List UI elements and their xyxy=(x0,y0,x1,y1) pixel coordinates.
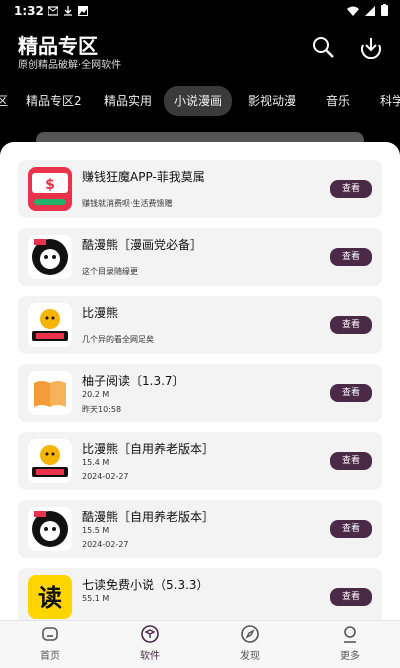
book-icon xyxy=(28,371,72,415)
item-size: 55.1 M xyxy=(82,594,110,603)
view-button[interactable]: 查看 xyxy=(330,520,372,538)
nav-discover-label: 发现 xyxy=(240,651,260,662)
view-button[interactable]: 查看 xyxy=(330,384,372,402)
view-button[interactable]: 查看 xyxy=(330,248,372,266)
cube-icon xyxy=(141,625,159,643)
tab-premium-2[interactable]: 精品专区2 xyxy=(26,86,82,116)
item-size: 20.2 M xyxy=(82,390,110,399)
list-item[interactable]: 比漫熊［自用养老版本］ 15.4 M 2024-02-27 查看 xyxy=(18,432,382,490)
nav-more[interactable]: 更多 xyxy=(320,625,380,662)
view-button[interactable]: 查看 xyxy=(330,588,372,606)
item-title: 酷漫熊［自用养老版本］ xyxy=(82,510,215,524)
item-title: 比漫熊［自用养老版本］ xyxy=(82,442,215,456)
email-icon xyxy=(47,5,59,16)
nav-software[interactable]: 软件 xyxy=(120,625,180,662)
list-item[interactable]: 酷漫熊［漫画党必备］ 这个目录随缘更 查看 xyxy=(18,228,382,286)
signal-icon xyxy=(365,5,375,19)
list-item[interactable]: 读 七读免费小说（5.3.3） 55.1 M 查看 xyxy=(18,568,382,620)
download-icon xyxy=(63,5,72,16)
item-size: 15.4 M xyxy=(82,458,110,467)
view-button[interactable]: 查看 xyxy=(330,452,372,470)
bottom-navigation: 首页 软件 发现 更多 xyxy=(0,620,400,668)
list-item[interactable]: 柚子阅读〔1.3.7〕 20.2 M 昨天10:58 查看 xyxy=(18,364,382,422)
wifi-icon xyxy=(347,5,359,19)
item-description: 这个目录随缘更 xyxy=(82,267,138,276)
item-description: 赚钱就消费呗·生活费馈赠 xyxy=(82,199,173,208)
battery-icon xyxy=(381,4,388,19)
tab-science[interactable]: 科学 xyxy=(380,86,400,116)
download-circle-icon xyxy=(359,35,383,63)
tab-partial[interactable]: 区 xyxy=(0,86,8,116)
search-button[interactable] xyxy=(310,36,336,62)
category-tabs: 区 精品专区2 精品实用 小说漫画 影视动漫 音乐 科学 xyxy=(0,86,400,116)
page-title: 精品专区 xyxy=(18,34,98,58)
status-icons xyxy=(47,5,88,16)
svg-text:读: 读 xyxy=(38,584,62,612)
view-button[interactable]: 查看 xyxy=(330,180,372,198)
item-title: 酷漫熊［漫画党必备］ xyxy=(82,238,203,252)
tab-practical[interactable]: 精品实用 xyxy=(104,86,152,116)
nav-software-label: 软件 xyxy=(140,651,160,662)
bear-comic-icon xyxy=(28,507,72,551)
nav-home-label: 首页 xyxy=(40,651,60,662)
tab-novel-comic[interactable]: 小说漫画 xyxy=(164,86,233,116)
page-subtitle: 原创精品破解·全网软件 xyxy=(18,60,122,71)
item-date: 2024-02-27 xyxy=(82,540,129,549)
svg-text:$: $ xyxy=(45,177,55,193)
list-item[interactable]: $ 赚钱狂魔APP-菲我莫属 赚钱就消费呗·生活费馈赠 查看 xyxy=(18,160,382,218)
status-time: 1:32 xyxy=(14,4,44,18)
item-title: 比漫熊 xyxy=(82,306,119,320)
item-title: 七读免费小说（5.3.3） xyxy=(82,578,209,592)
download-button[interactable] xyxy=(358,36,384,62)
item-description: 几个异的看全网足矣 xyxy=(82,335,154,344)
item-size: 15.5 M xyxy=(82,526,110,535)
bear-comic-icon xyxy=(28,235,72,279)
list-item[interactable]: 酷漫熊［自用养老版本］ 15.5 M 2024-02-27 查看 xyxy=(18,500,382,558)
nav-home[interactable]: 首页 xyxy=(20,625,80,662)
money-app-icon: $ xyxy=(28,167,72,211)
photo-icon xyxy=(78,5,88,16)
home-icon xyxy=(41,625,59,643)
app-list-panel: $ 赚钱狂魔APP-菲我莫属 赚钱就消费呗·生活费馈赠 查看 酷漫熊［漫画党必备… xyxy=(0,142,400,620)
view-button[interactable]: 查看 xyxy=(330,316,372,334)
item-title: 赚钱狂魔APP-菲我莫属 xyxy=(82,170,205,184)
nav-more-label: 更多 xyxy=(340,651,360,662)
search-icon xyxy=(311,35,335,63)
tab-video-anime[interactable]: 影视动漫 xyxy=(248,86,296,116)
item-title: 柚子阅读〔1.3.7〕 xyxy=(82,374,185,388)
profile-icon xyxy=(341,625,359,643)
bimanxiong-icon xyxy=(28,439,72,483)
list-item[interactable]: 比漫熊 几个异的看全网足矣 查看 xyxy=(18,296,382,354)
nav-discover[interactable]: 发现 xyxy=(220,625,280,662)
item-date: 昨天10:58 xyxy=(82,405,122,414)
tab-music[interactable]: 音乐 xyxy=(326,86,350,116)
item-date: 2024-02-27 xyxy=(82,472,129,481)
bimanxiong-icon xyxy=(28,303,72,347)
qidu-icon: 读 xyxy=(28,575,72,619)
compass-icon xyxy=(241,625,259,643)
status-bar: 1:32 xyxy=(0,0,400,22)
